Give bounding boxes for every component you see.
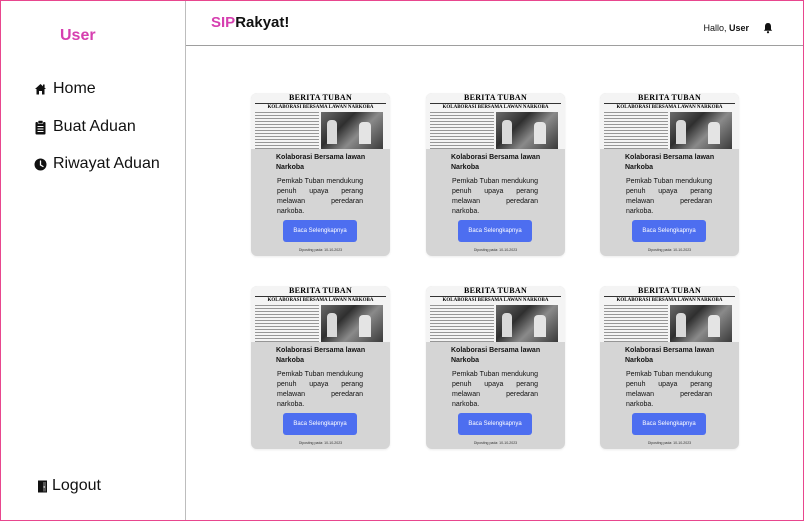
paper-masthead: BERITA TUBAN (288, 93, 353, 102)
paper-headline: KOLABORASI BERSAMA LAWAN NARKOBA (616, 298, 723, 303)
app-frame: User Home Buat Aduan Riwayat Aduan Logou… (0, 0, 804, 521)
news-card: BERITA TUBAN KOLABORASI BERSAMA LAWAN NA… (251, 286, 390, 449)
paper-masthead: BERITA TUBAN (463, 286, 528, 295)
news-card: BERITA TUBAN KOLABORASI BERSAMA LAWAN NA… (426, 286, 565, 449)
news-thumbnail: BERITA TUBAN KOLABORASI BERSAMA LAWAN NA… (251, 93, 390, 149)
sidebar: User Home Buat Aduan Riwayat Aduan Logou… (1, 1, 186, 520)
news-thumbnail: BERITA TUBAN KOLABORASI BERSAMA LAWAN NA… (426, 93, 565, 149)
sidebar-item-riwayat-aduan[interactable]: Riwayat Aduan (33, 155, 160, 173)
card-date: Diposting pada: 10-10-2023 (647, 441, 692, 445)
news-thumbnail: BERITA TUBAN KOLABORASI BERSAMA LAWAN NA… (426, 286, 565, 342)
card-date: Diposting pada: 10-10-2023 (473, 248, 518, 252)
read-more-button[interactable]: Baca Selengkapnya (632, 220, 706, 242)
sidebar-item-label: Buat Aduan (53, 118, 136, 135)
paper-masthead: BERITA TUBAN (637, 93, 702, 102)
news-card: BERITA TUBAN KOLABORASI BERSAMA LAWAN NA… (426, 93, 565, 256)
read-more-button[interactable]: Baca Selengkapnya (283, 413, 357, 435)
card-title: Kolaborasi Bersama lawan Narkoba (276, 347, 366, 364)
read-more-button[interactable]: Baca Selengkapnya (458, 220, 532, 242)
card-date: Diposting pada: 10-10-2023 (298, 441, 343, 445)
card-description: Pemkab Tuban mendukung penuh upaya peran… (452, 371, 538, 408)
greeting: Hallo, User (703, 23, 749, 33)
news-card: BERITA TUBAN KOLABORASI BERSAMA LAWAN NA… (600, 93, 739, 256)
paper-masthead: BERITA TUBAN (288, 286, 353, 295)
card-title: Kolaborasi Bersama lawan Narkoba (451, 154, 541, 171)
card-title: Kolaborasi Bersama lawan Narkoba (451, 347, 541, 364)
paper-headline: KOLABORASI BERSAMA LAWAN NARKOBA (616, 105, 723, 110)
paper-headline: KOLABORASI BERSAMA LAWAN NARKOBA (267, 298, 374, 303)
card-description: Pemkab Tuban mendukung penuh upaya peran… (626, 178, 712, 215)
news-thumbnail: BERITA TUBAN KOLABORASI BERSAMA LAWAN NA… (600, 286, 739, 342)
paper-headline: KOLABORASI BERSAMA LAWAN NARKOBA (442, 298, 549, 303)
greeting-username: User (728, 23, 749, 33)
paper-headline: KOLABORASI BERSAMA LAWAN NARKOBA (442, 105, 549, 110)
greeting-text: Hallo, (703, 23, 727, 33)
read-more-button[interactable]: Baca Selengkapnya (458, 413, 532, 435)
news-thumbnail: BERITA TUBAN KOLABORASI BERSAMA LAWAN NA… (251, 286, 390, 342)
brand-logo[interactable]: SIPRakyat! (211, 14, 289, 31)
news-card: BERITA TUBAN KOLABORASI BERSAMA LAWAN NA… (251, 93, 390, 256)
clipboard-icon (33, 119, 47, 135)
sidebar-item-home[interactable]: Home (33, 80, 96, 98)
read-more-button[interactable]: Baca Selengkapnya (632, 413, 706, 435)
card-description: Pemkab Tuban mendukung penuh upaya peran… (277, 371, 363, 408)
clock-icon (33, 156, 47, 172)
card-description: Pemkab Tuban mendukung penuh upaya peran… (277, 178, 363, 215)
brand-rest: Rakyat! (235, 14, 290, 31)
paper-masthead: BERITA TUBAN (637, 286, 702, 295)
logout-icon (36, 478, 50, 494)
sidebar-item-label: Riwayat Aduan (53, 155, 160, 172)
sidebar-item-label: Home (53, 80, 96, 97)
news-card: BERITA TUBAN KOLABORASI BERSAMA LAWAN NA… (600, 286, 739, 449)
bell-icon[interactable] (762, 21, 774, 34)
card-title: Kolaborasi Bersama lawan Narkoba (625, 347, 715, 364)
logout-label: Logout (52, 477, 101, 494)
card-date: Diposting pada: 10-10-2023 (647, 248, 692, 252)
logout-button[interactable]: Logout (36, 477, 101, 495)
paper-masthead: BERITA TUBAN (463, 93, 528, 102)
card-title: Kolaborasi Bersama lawan Narkoba (625, 154, 715, 171)
sidebar-item-buat-aduan[interactable]: Buat Aduan (33, 118, 136, 136)
card-date: Diposting pada: 10-10-2023 (298, 248, 343, 252)
sidebar-username: User (60, 27, 96, 44)
brand-accent: SIP (211, 14, 236, 31)
top-header: SIPRakyat! Hallo, User (186, 1, 803, 46)
card-description: Pemkab Tuban mendukung penuh upaya peran… (452, 178, 538, 215)
card-date: Diposting pada: 10-10-2023 (473, 441, 518, 445)
home-icon (33, 81, 47, 97)
paper-headline: KOLABORASI BERSAMA LAWAN NARKOBA (267, 105, 374, 110)
card-description: Pemkab Tuban mendukung penuh upaya peran… (626, 371, 712, 408)
card-title: Kolaborasi Bersama lawan Narkoba (276, 154, 366, 171)
news-thumbnail: BERITA TUBAN KOLABORASI BERSAMA LAWAN NA… (600, 93, 739, 149)
read-more-button[interactable]: Baca Selengkapnya (283, 220, 357, 242)
